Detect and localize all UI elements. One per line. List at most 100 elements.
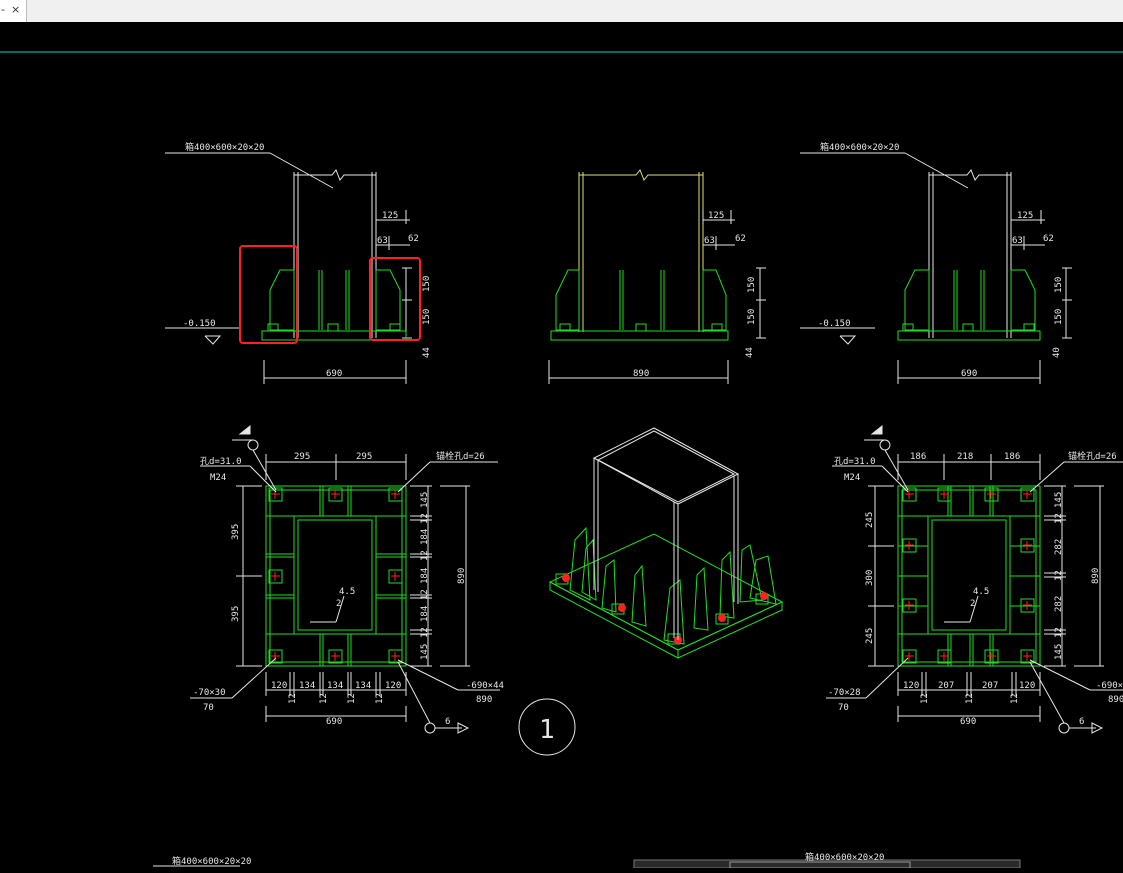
bottom-dim-1: 120 xyxy=(903,681,919,691)
hole-label: 孔d=31.0 xyxy=(834,456,876,467)
dim-top: 125 xyxy=(708,211,724,221)
gap-dim-3: 12 xyxy=(1010,693,1020,704)
tab-icon: - xyxy=(1,3,5,16)
right-dim-3: 282 xyxy=(1054,539,1064,555)
base-plate-label: -690×44 xyxy=(466,681,504,691)
dim-base: 40 xyxy=(1052,347,1062,358)
bolt-label: M24 xyxy=(844,473,860,483)
dim-b: 62 xyxy=(1043,234,1054,244)
right-dim-8: 12 xyxy=(420,627,430,638)
dim-v2: 150 xyxy=(747,309,757,325)
bottom-dim-3: 207 xyxy=(982,681,998,691)
plan-right: 孔d=31.0 M24 锚栓孔d=26 186 218 186 245 300 … xyxy=(826,424,1123,734)
right-dim-1: 145 xyxy=(1054,492,1064,508)
gap-dim-3: 12 xyxy=(347,693,357,704)
right-dim-2: 12 xyxy=(1054,513,1064,524)
plate-label: 箱400×600×20×20 xyxy=(185,141,264,153)
bottom-dim-4: 134 xyxy=(355,681,371,691)
right-dim-4: 12 xyxy=(420,550,430,561)
base-plate-label-2: 890 xyxy=(476,695,492,705)
width-dim: 690 xyxy=(960,717,976,727)
base-plate-label: -690× xyxy=(1096,681,1123,691)
elevation-middle: 125 63 62 150 150 44 890 xyxy=(548,169,766,384)
drawing-tab[interactable]: - × xyxy=(0,0,27,22)
left-dim-1: 245 xyxy=(865,512,875,528)
stiffener-label-2: 70 xyxy=(838,703,849,713)
dim-b: 62 xyxy=(408,234,419,244)
height-dim: 890 xyxy=(457,568,467,584)
base-plate-label-2: 890 xyxy=(1108,695,1123,705)
dim-v2: 150 xyxy=(1054,309,1064,325)
gap-dim-2: 12 xyxy=(965,693,975,704)
gap-dim-2: 12 xyxy=(319,693,329,704)
dim-a: 63 xyxy=(1012,236,1023,246)
top-dim-2: 218 xyxy=(957,452,973,462)
detail-marker: 1 xyxy=(518,698,576,756)
width-dim: 690 xyxy=(961,369,977,379)
stiffener-label-2: 70 xyxy=(203,703,214,713)
gap-dim-4: 12 xyxy=(375,693,385,704)
level-mark: -0.150 xyxy=(183,319,216,329)
dim-v1: 150 xyxy=(1054,277,1064,293)
bottom-dim-3: 134 xyxy=(327,681,343,691)
height-dim: 890 xyxy=(1091,568,1101,584)
dim-base: 44 xyxy=(422,347,432,358)
drawing-canvas[interactable]: 箱400×600×20×20 125 63 62 150 150 44 -0.1… xyxy=(0,22,1123,869)
section-mark: 6 xyxy=(445,717,450,727)
right-dim-6: 12 xyxy=(1054,627,1064,638)
width-dim: 690 xyxy=(326,717,342,727)
dim-a: 63 xyxy=(377,236,388,246)
bottom-partial: 箱400×600×20×20 箱400×600×20×20 xyxy=(153,851,1021,869)
dim-v1: 150 xyxy=(747,277,757,293)
gap-dim-1: 12 xyxy=(288,693,298,704)
weld-2: 2 xyxy=(970,599,975,609)
bottom-dim-1: 120 xyxy=(271,681,287,691)
detail-number: 1 xyxy=(539,715,555,745)
right-dim-3: 184 xyxy=(420,529,430,545)
dim-b: 62 xyxy=(735,234,746,244)
top-dim-1: 295 xyxy=(294,452,310,462)
dim-v1: 150 xyxy=(422,276,432,292)
bottom-dim-2: 207 xyxy=(938,681,954,691)
right-dim-5: 282 xyxy=(1054,596,1064,612)
dim-top: 125 xyxy=(382,211,398,221)
anchor-label: 锚栓孔d=26 xyxy=(1068,450,1117,462)
stiffener-label: -70×30 xyxy=(193,688,226,698)
dim-a: 63 xyxy=(704,236,715,246)
hole-label: 孔d=31.0 xyxy=(200,456,242,467)
section-mark: 6 xyxy=(1079,717,1084,727)
close-icon[interactable]: × xyxy=(11,3,20,17)
bottom-label-1: 箱400×600×20×20 xyxy=(172,855,251,867)
cad-drawing[interactable]: 箱400×600×20×20 125 63 62 150 150 44 -0.1… xyxy=(0,22,1123,869)
dim-v2: 150 xyxy=(422,309,432,325)
bottom-label-2: 箱400×600×20×20 xyxy=(805,851,884,863)
top-dim-2: 295 xyxy=(356,452,372,462)
gap-dim-1: 12 xyxy=(920,693,930,704)
isometric-view xyxy=(548,427,784,659)
right-dim-6: 12 xyxy=(420,589,430,600)
level-mark: -0.150 xyxy=(818,319,851,329)
plate-label: 箱400×600×20×20 xyxy=(820,141,899,153)
dim-top: 125 xyxy=(1017,211,1033,221)
right-dim-2: 12 xyxy=(420,513,430,524)
right-dim-7: 184 xyxy=(420,606,430,622)
stiffener-label: -70×28 xyxy=(828,688,861,698)
anchor-label: 锚栓孔d=26 xyxy=(436,450,485,462)
right-dim-7: 145 xyxy=(1054,644,1064,660)
right-dim-9: 145 xyxy=(420,644,430,660)
bottom-dim-5: 120 xyxy=(385,681,401,691)
tab-bar: - × xyxy=(0,0,1123,23)
plan-left: 孔d=31.0 M24 锚栓孔d=26 295 295 395 395 145 … xyxy=(190,424,504,734)
bottom-dim-2: 134 xyxy=(299,681,315,691)
left-dim-3: 245 xyxy=(865,628,875,644)
left-dim-2: 395 xyxy=(231,606,241,622)
weld-size: 4.5 xyxy=(339,587,355,597)
width-dim: 890 xyxy=(633,369,649,379)
dim-base: 44 xyxy=(745,347,755,358)
top-dim-3: 186 xyxy=(1004,452,1020,462)
right-dim-5: 184 xyxy=(420,568,430,584)
bolt-label: M24 xyxy=(210,473,226,483)
weld-2: 2 xyxy=(336,599,341,609)
right-dim-4: 12 xyxy=(1054,570,1064,581)
elevation-left: 箱400×600×20×20 125 63 62 150 150 44 -0.1… xyxy=(165,141,432,384)
